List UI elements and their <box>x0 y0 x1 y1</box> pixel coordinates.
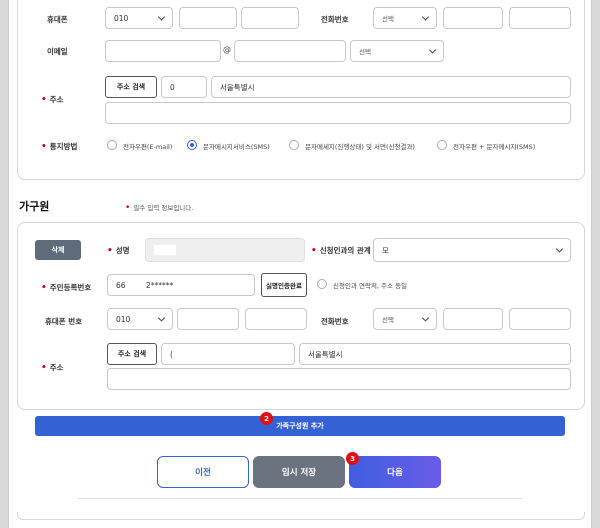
email-domain-select[interactable]: 선택 <box>350 40 444 62</box>
same-contact-label: 신청인과 연락처, 주소 동일 <box>333 282 408 290</box>
required-note: 필수 입력 정보입니다. <box>125 202 193 213</box>
address-line1-input[interactable]: 서울특별시 <box>211 76 571 98</box>
relation-label: 신청인과의 관계 <box>311 245 371 256</box>
mobile-label: 휴대폰 <box>47 15 68 24</box>
notify-email-sms-radio[interactable] <box>437 140 447 150</box>
member-address-line1-input[interactable]: 서울특별시 <box>299 343 571 365</box>
member-address-zip-input[interactable]: ( <box>161 343 295 365</box>
chevron-down-icon <box>421 314 430 322</box>
address-search-button[interactable]: 주소 검색 <box>105 76 157 98</box>
email-id-input[interactable] <box>105 40 221 62</box>
email-label: 이메일 <box>47 47 68 56</box>
chevron-down-icon <box>421 13 430 21</box>
step-badge-add: 2 <box>260 412 273 425</box>
email-at-sign: @ <box>223 45 231 54</box>
member-mobile-middle-input[interactable] <box>177 308 239 330</box>
member-phone-middle-input[interactable] <box>443 308 503 330</box>
member-address-search-button[interactable]: 주소 검색 <box>107 343 157 365</box>
notify-sms-radio[interactable] <box>187 140 197 150</box>
delete-member-button[interactable]: 삭제 <box>35 240 81 260</box>
member-phone-prefix-select[interactable]: 선택 <box>373 308 437 330</box>
rrn-input[interactable]: 66 2****** <box>107 274 255 296</box>
member-address-detail-input[interactable] <box>107 368 571 390</box>
temp-save-button[interactable]: 임시 저장 <box>253 456 345 488</box>
phone-middle-input[interactable] <box>443 7 503 29</box>
chevron-down-icon <box>157 314 166 322</box>
name-label: 성명 <box>107 245 130 256</box>
relation-select[interactable]: 모 <box>373 238 571 262</box>
notify-email-sms-label: 전자우편 + 문자메시지(SMS) <box>453 143 536 151</box>
mobile-last-input[interactable] <box>241 7 299 29</box>
phone-prefix-select[interactable]: 선택 <box>373 7 437 29</box>
name-input <box>145 238 305 262</box>
mobile-middle-input[interactable] <box>179 7 237 29</box>
prev-button[interactable]: 이전 <box>157 456 249 488</box>
address-zip-input[interactable]: 0 <box>161 76 207 98</box>
next-button[interactable]: 다음 <box>349 456 441 488</box>
member-mobile-label: 휴대폰 번호 <box>45 317 83 326</box>
member-address-label: 주소 <box>41 362 64 373</box>
notify-sms-label: 문자메시지서비스(SMS) <box>203 143 270 151</box>
notify-email-label: 전자우편(E-mail) <box>123 143 173 151</box>
household-section-title: 가구원 <box>19 200 50 213</box>
address-label: 주소 <box>41 94 64 105</box>
notify-sms-mail-label: 문자메세지(진행상태) 및 서면(신청결과) <box>305 143 415 151</box>
notify-email-radio[interactable] <box>107 140 117 150</box>
step-badge-next: 3 <box>346 452 359 465</box>
verified-button[interactable]: 실명인증완료 <box>261 273 307 297</box>
name-masked <box>154 245 176 255</box>
member-phone-label: 전화번호 <box>321 317 349 326</box>
chevron-down-icon <box>555 245 564 253</box>
phone-label: 전화번호 <box>321 15 349 24</box>
add-family-member-button[interactable]: 가족구성원 추가 <box>35 416 565 436</box>
rrn-label: 주민등록번호 <box>41 282 91 293</box>
notify-sms-mail-radio[interactable] <box>289 140 299 150</box>
member-mobile-last-input[interactable] <box>245 308 307 330</box>
bottom-scroll-edge <box>17 512 585 520</box>
mobile-prefix-select[interactable]: 010 <box>105 7 173 29</box>
same-contact-radio[interactable] <box>317 279 327 289</box>
address-detail-input[interactable] <box>105 102 571 124</box>
email-domain-input[interactable] <box>234 40 346 62</box>
bottom-divider <box>77 498 523 499</box>
notify-method-label: 통지방법 <box>41 141 78 152</box>
member-phone-last-input[interactable] <box>509 308 571 330</box>
application-form-page: 휴대폰 010 전화번호 선택 이메일 @ 선택 주소 주소 검색 0 서울특별… <box>8 0 592 528</box>
phone-last-input[interactable] <box>509 7 571 29</box>
chevron-down-icon <box>428 46 437 54</box>
chevron-down-icon <box>157 13 166 21</box>
member-mobile-prefix-select[interactable]: 010 <box>107 308 173 330</box>
